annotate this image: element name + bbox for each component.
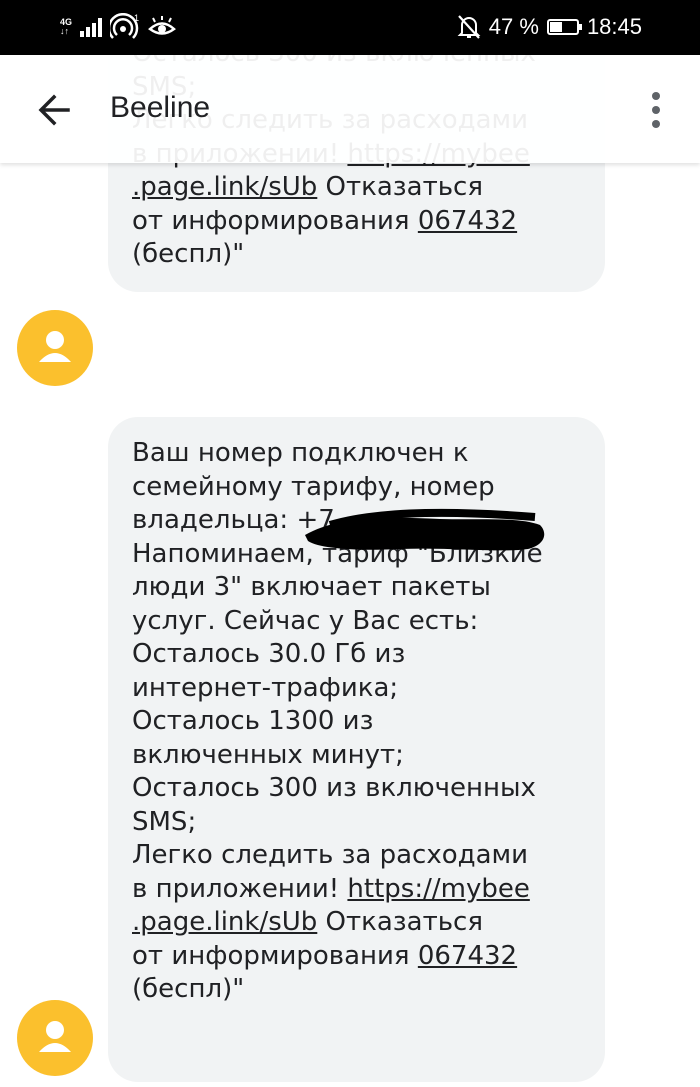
redaction-scribble	[305, 508, 545, 551]
back-button[interactable]	[30, 85, 80, 135]
back-arrow-icon	[38, 94, 70, 126]
hotspot-icon: 1	[110, 13, 139, 39]
more-options-button[interactable]	[636, 85, 676, 135]
status-bar: 4G ↓↑ 1 47 % 18:45	[0, 0, 700, 55]
signal-icon	[80, 17, 103, 37]
clock: 18:45	[586, 14, 642, 39]
message-link[interactable]: 067432	[418, 206, 517, 236]
message-text: (беспл)"	[132, 239, 245, 269]
svg-text:1: 1	[134, 13, 139, 23]
message-text: (беспл)"	[132, 974, 245, 1004]
battery-icon	[546, 19, 582, 35]
sender-avatar[interactable]	[17, 310, 93, 386]
battery-percent: 47 %	[488, 14, 539, 39]
more-vert-icon	[652, 92, 660, 128]
app-bar: Beeline	[0, 55, 700, 163]
eye-comfort-icon	[148, 16, 176, 35]
person-icon	[39, 1021, 71, 1052]
message-link[interactable]: 067432	[418, 941, 517, 971]
sender-avatar[interactable]	[17, 1000, 93, 1076]
network-type: 4G ↓↑	[60, 17, 73, 36]
person-icon	[39, 331, 71, 362]
mute-icon	[457, 15, 481, 39]
conversation-title: Beeline	[110, 91, 211, 124]
message-list[interactable]: Осталось 1300 из включенных минут; Остал…	[0, 0, 700, 1087]
